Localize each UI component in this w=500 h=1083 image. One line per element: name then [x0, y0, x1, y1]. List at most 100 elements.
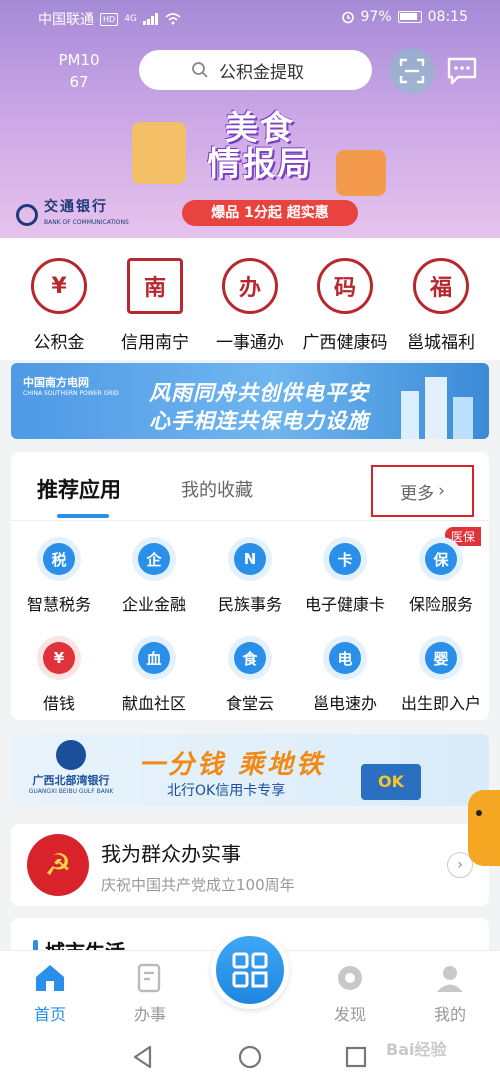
quick-service-health-code[interactable]: 码 广西健康码 — [297, 258, 393, 353]
app-electric-service[interactable]: 电 邕电速办 — [297, 636, 393, 714]
tab-tasks[interactable]: 办事 — [110, 961, 190, 1025]
scan-button[interactable] — [389, 48, 435, 94]
search-placeholder: 公积金提取 — [219, 62, 304, 83]
power-grid-logo: 中国南方电网 CHINA SOUTHERN POWER GRID — [23, 376, 119, 397]
one-stop-service-icon: 办 — [222, 258, 278, 314]
network-indicator: 4G — [124, 14, 137, 24]
alarm-icon — [341, 11, 354, 24]
metro-promo-banner[interactable]: 广西北部湾银行 GUANGXI BEIBU GULF BANK 一分钱 乘地铁 … — [11, 734, 489, 806]
food-illustration — [336, 150, 386, 196]
discover-icon — [333, 961, 367, 995]
tab-label: 我的 — [433, 1005, 466, 1024]
app-label: 借钱 — [42, 694, 75, 713]
beibu-gulf-bank-logo: 广西北部湾银行 GUANGXI BEIBU GULF BANK — [21, 740, 121, 795]
party-emblem-icon: ☭ — [27, 834, 89, 896]
app-label: 食堂云 — [225, 694, 274, 713]
tab-favorites[interactable]: 我的收藏 — [181, 476, 253, 502]
app-canteen[interactable]: 食 食堂云 — [202, 636, 298, 714]
app-ethnic-affairs[interactable]: N 民族事务 — [202, 537, 298, 615]
city-welfare-icon: 福 — [413, 258, 469, 314]
insurance-icon: 保 — [419, 537, 463, 581]
back-icon[interactable] — [130, 1044, 156, 1070]
quick-service-label: 公积金 — [33, 333, 85, 353]
health-card-icon: 卡 — [323, 537, 367, 581]
party-service-card[interactable]: ☭ 我为群众办实事 庆祝中国共产党成立100周年 › — [11, 824, 489, 906]
profile-icon — [433, 961, 467, 995]
carrier-name: 中国联通 — [38, 12, 94, 28]
service-hub-button[interactable] — [211, 931, 289, 1009]
tab-home[interactable]: 首页 — [10, 961, 90, 1025]
quick-service-one-stop[interactable]: 办 一事通办 — [202, 258, 298, 353]
app-label: 献血社区 — [121, 694, 186, 713]
air-quality-value: 67 — [69, 73, 89, 91]
blood-donation-icon: 血 — [132, 636, 176, 680]
hd-badge: HD — [100, 12, 119, 26]
promo-title: 美食 情报局 — [207, 108, 313, 183]
app-insurance[interactable]: 保 保险服务 — [393, 537, 489, 615]
home-icon — [33, 961, 67, 995]
birth-registration-icon: 婴 — [419, 636, 463, 680]
tab-recommended[interactable]: 推荐应用 — [37, 474, 121, 504]
search-icon — [192, 62, 208, 78]
search-bar[interactable]: 公积金提取 — [139, 50, 372, 90]
banner-slogan-line2: 心手相连共保电力设施 — [149, 409, 369, 433]
canteen-icon: 食 — [228, 636, 272, 680]
app-health-card[interactable]: 卡 电子健康卡 — [297, 537, 393, 615]
app-borrow-money[interactable]: ¥ 借钱 — [11, 636, 107, 714]
app-blood-donation[interactable]: 血 献血社区 — [106, 636, 202, 714]
wifi-icon — [165, 13, 181, 25]
app-smart-tax[interactable]: 税 智慧税务 — [11, 537, 107, 615]
quick-service-credit-nanning[interactable]: 南 信用南宁 — [107, 258, 203, 353]
app-label: 保险服务 — [408, 595, 473, 614]
quick-service-label: 广西健康码 — [302, 333, 388, 353]
battery-icon — [397, 11, 422, 23]
app-label: 电子健康卡 — [304, 595, 385, 614]
bank-of-communications-logo: 交通银行 BANK OF COMMUNICATIONS — [16, 200, 129, 230]
quick-services: ¥ 公积金 南 信用南宁 办 一事通办 码 广西健康码 福 邕城福利 — [0, 238, 500, 360]
party-card-title: 我为群众办实事 — [101, 842, 241, 866]
recent-apps-icon[interactable] — [343, 1044, 369, 1070]
clock: 08:15 — [427, 9, 468, 25]
promo-subtitle: 爆品 1分起 超实惠 — [182, 200, 358, 226]
app-birth-registration[interactable]: 婴 出生即入户 — [393, 636, 489, 714]
credit-nanning-icon: 南 — [127, 258, 183, 314]
credit-card-illustration: OK — [361, 764, 421, 800]
top-banner[interactable]: 中国联通 HD 4G 97% 08:15 PM10 67 公积金提取 美食 情报… — [0, 0, 500, 238]
power-grid-banner[interactable]: 中国南方电网 CHINA SOUTHERN POWER GRID 风雨同舟共创供… — [11, 363, 489, 439]
electric-service-icon: 电 — [323, 636, 367, 680]
housing-fund-icon: ¥ — [31, 258, 87, 314]
more-apps-link[interactable]: 更多 › — [371, 465, 474, 517]
home-nav-icon[interactable] — [237, 1044, 263, 1070]
metro-headline: 一分钱 乘地铁 — [139, 750, 326, 780]
quick-service-housing-fund[interactable]: ¥ 公积金 — [11, 258, 107, 353]
quick-service-label: 邕城福利 — [407, 333, 475, 353]
air-quality-label: PM10 — [58, 51, 100, 69]
apps-grid-icon — [232, 952, 268, 988]
status-bar: 中国联通 HD 4G 97% 08:15 — [0, 0, 500, 34]
tab-discover[interactable]: 发现 — [310, 961, 390, 1025]
bank-logo-icon — [56, 740, 86, 770]
enterprise-finance-icon: 企 — [132, 537, 176, 581]
app-label: 智慧税务 — [26, 595, 91, 614]
borrow-money-icon: ¥ — [37, 636, 81, 680]
app-label: 邕电速办 — [312, 694, 377, 713]
tab-profile[interactable]: 我的 — [410, 961, 490, 1025]
quick-service-city-welfare[interactable]: 福 邕城福利 — [393, 258, 489, 353]
battery-percent: 97% — [360, 9, 392, 25]
air-quality-widget[interactable]: PM10 67 — [56, 49, 102, 93]
bottom-tab-bar: 首页 办事 发现 我的 — [0, 931, 500, 1030]
city-towers-illustration — [401, 377, 473, 439]
banner-slogan-line1: 风雨同舟共创供电平安 — [149, 381, 369, 405]
party-card-subtitle: 庆祝中国共产党成立100周年 — [101, 876, 295, 894]
active-tab-indicator — [57, 514, 109, 518]
message-icon[interactable] — [446, 56, 478, 86]
bank-logo-icon — [16, 204, 38, 226]
app-label: 企业金融 — [121, 595, 186, 614]
tasks-icon — [133, 961, 167, 995]
watermark: Bai经验 — [386, 1040, 447, 1059]
food-illustration — [132, 122, 186, 184]
tiger-mascot-icon[interactable] — [468, 790, 500, 866]
divider — [11, 520, 489, 521]
recommended-apps-card: 推荐应用 我的收藏 更多 › 医保 税 智慧税务 企 企业金融 N 民族事务 卡… — [11, 452, 489, 720]
app-enterprise-finance[interactable]: 企 企业金融 — [106, 537, 202, 615]
